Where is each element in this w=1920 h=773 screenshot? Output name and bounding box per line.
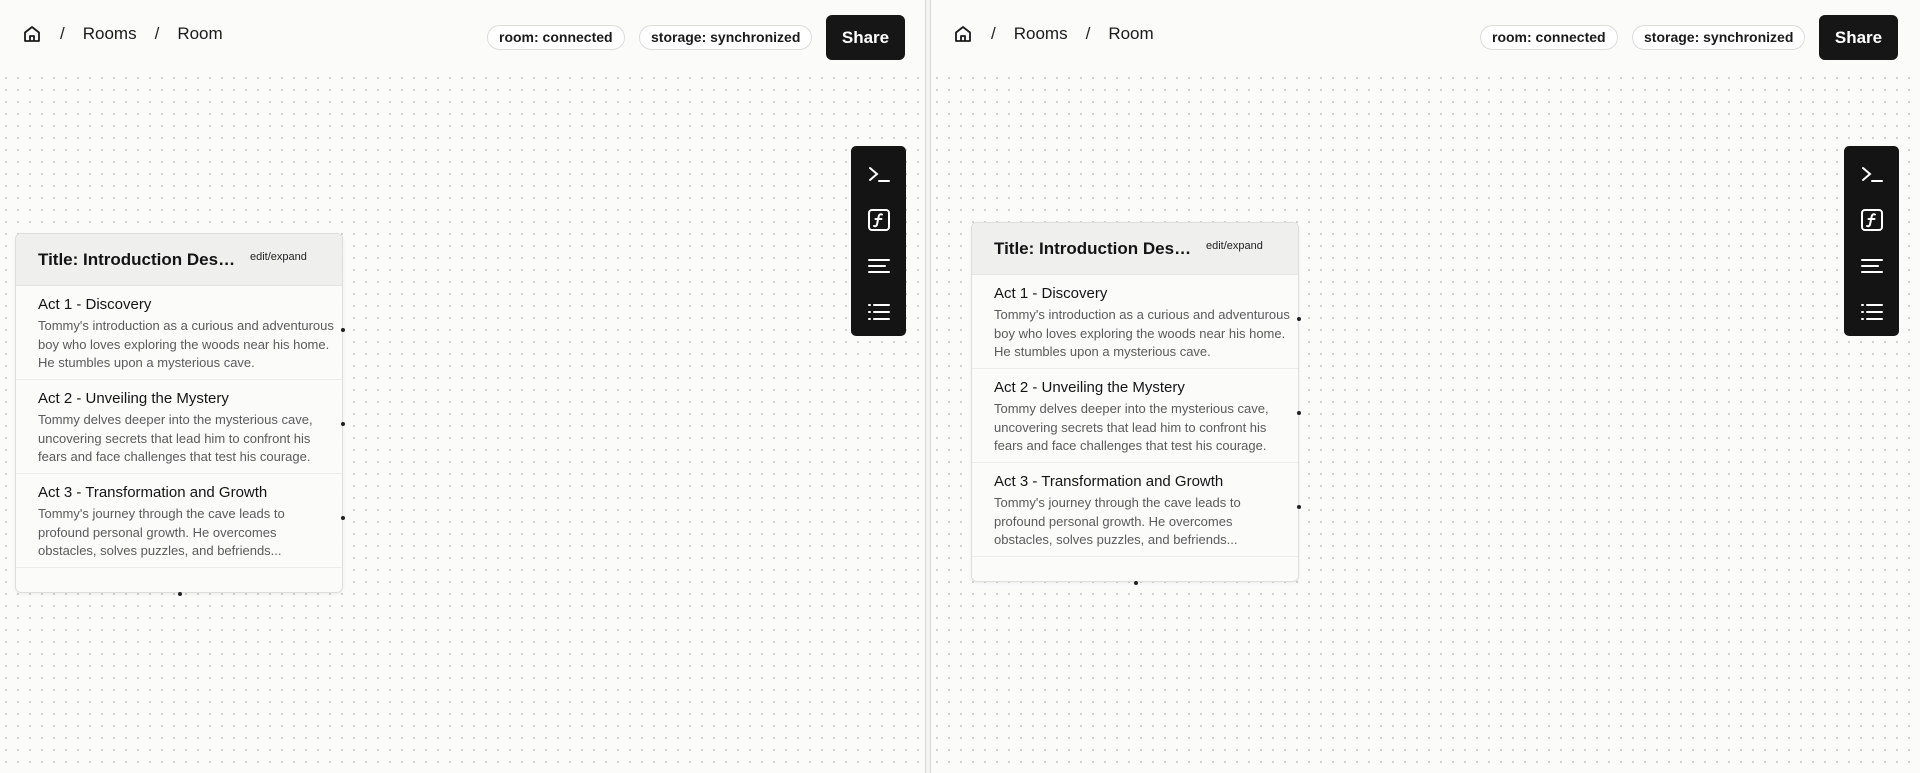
edit-expand-button[interactable]: edit/expand [1206,240,1263,252]
share-button[interactable]: Share [1819,15,1898,60]
card-title: Title: Introduction Description [994,239,1194,258]
act-item[interactable]: Act 2 - Unveiling the Mystery Tommy delv… [972,369,1301,463]
breadcrumb-rooms-link[interactable]: Rooms [1014,24,1068,44]
top-bar: / Rooms / Room room: connected storage: … [931,0,1920,75]
breadcrumb-separator: / [60,24,65,43]
edit-expand-button[interactable]: edit/expand [250,251,307,263]
act-description: Tommy's introduction as a curious and ad… [994,307,1290,359]
act-item[interactable]: Act 3 - Transformation and Growth Tommy'… [972,463,1301,557]
home-icon[interactable] [953,24,973,44]
act-title: Act 1 - Discovery [994,285,1108,302]
tool-palette [851,146,906,336]
breadcrumb-room: Room [1108,24,1154,43]
room-pane-right: / Rooms / Room room: connected storage: … [930,0,1920,773]
connection-handle-bottom[interactable] [178,592,182,596]
breadcrumb-rooms-link[interactable]: Rooms [83,24,137,44]
connection-handle[interactable] [1297,411,1301,415]
act-item[interactable]: Act 2 - Unveiling the Mystery Tommy delv… [16,380,345,474]
card-header: Title: Introduction Description edit/exp… [972,223,1298,275]
tool-palette [1844,146,1899,336]
share-button[interactable]: Share [826,15,905,60]
connection-handle[interactable] [1297,317,1301,321]
breadcrumb: / Rooms / Room [953,24,1154,44]
storage-status-badge: storage: synchronized [1632,25,1806,50]
act-item[interactable]: Act 3 - Transformation and Growth Tommy'… [16,474,345,568]
list-icon[interactable] [1854,294,1890,329]
act-description: Tommy's introduction as a curious and ad… [38,318,334,370]
act-title: Act 1 - Discovery [38,296,152,313]
function-icon[interactable] [1854,202,1890,237]
connection-handle[interactable] [341,516,345,520]
connection-handle-bottom[interactable] [1134,581,1138,585]
room-pane-left: / Rooms / Room room: connected storage: … [0,0,926,773]
breadcrumb-separator: / [154,24,160,43]
terminal-icon[interactable] [861,156,897,191]
breadcrumb: / Rooms / Room [22,24,223,44]
breadcrumb-room: Room [177,24,223,43]
story-node-card[interactable]: Title: Introduction Description edit/exp… [971,222,1301,585]
act-item[interactable]: Act 1 - Discovery Tommy's introduction a… [16,286,345,380]
act-description: Tommy delves deeper into the mysterious … [994,401,1269,453]
breadcrumb-separator: / [1085,24,1091,43]
top-bar: / Rooms / Room room: connected storage: … [0,0,925,75]
act-description: Tommy delves deeper into the mysterious … [38,412,313,464]
home-icon[interactable] [22,24,42,44]
act-title: Act 3 - Transformation and Growth [38,484,268,501]
act-description: Tommy's journey through the cave leads t… [38,506,285,558]
text-align-icon[interactable] [861,248,897,283]
act-title: Act 3 - Transformation and Growth [994,473,1224,490]
storage-status-badge: storage: synchronized [639,25,813,50]
terminal-icon[interactable] [1854,156,1890,191]
list-icon[interactable] [861,294,897,329]
text-align-icon[interactable] [1854,248,1890,283]
act-item[interactable]: Act 1 - Discovery Tommy's introduction a… [972,275,1301,369]
breadcrumb-separator: / [991,24,996,43]
connection-handle[interactable] [341,328,345,332]
function-icon[interactable] [861,202,897,237]
story-node-card[interactable]: Title: Introduction Description edit/exp… [15,233,345,596]
room-status-badge: room: connected [487,25,625,50]
act-title: Act 2 - Unveiling the Mystery [38,390,229,407]
card-header: Title: Introduction Description edit/exp… [16,234,342,286]
room-status-badge: room: connected [1480,25,1618,50]
card-title: Title: Introduction Description [38,250,238,269]
connection-handle[interactable] [341,422,345,426]
connection-handle[interactable] [1297,505,1301,509]
act-description: Tommy's journey through the cave leads t… [994,495,1241,547]
act-title: Act 2 - Unveiling the Mystery [994,379,1185,396]
